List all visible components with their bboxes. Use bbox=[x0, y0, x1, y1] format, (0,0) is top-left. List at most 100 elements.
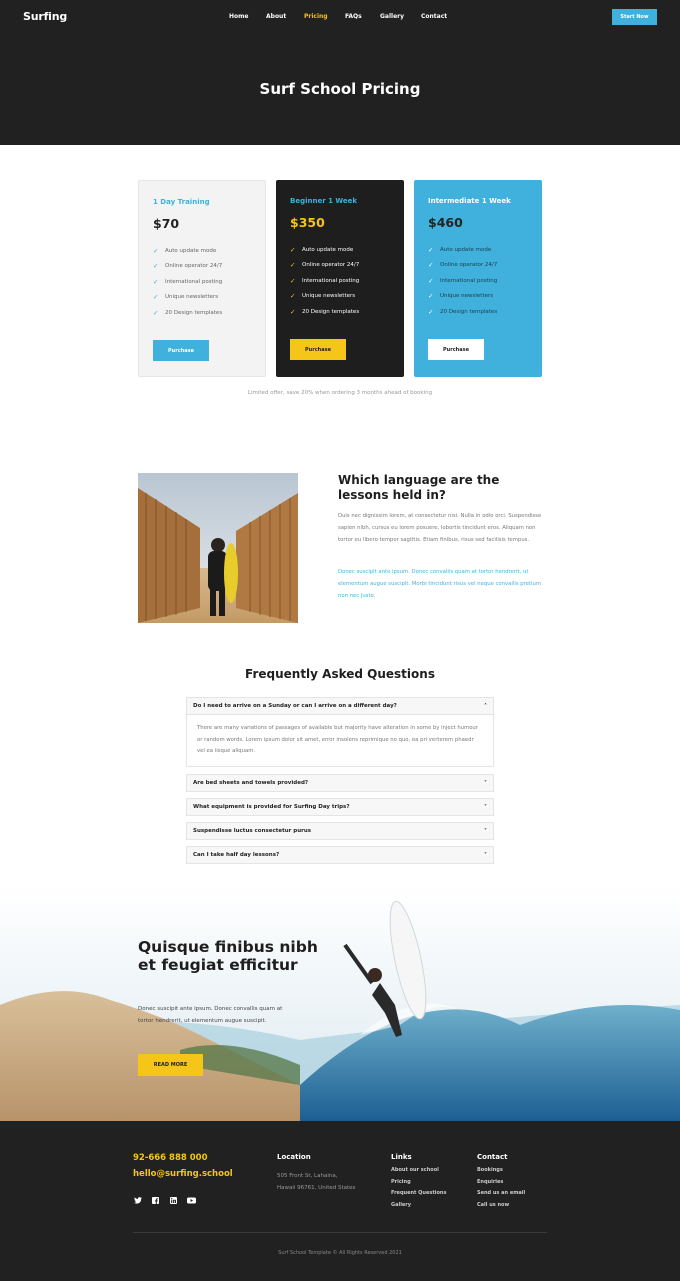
footer-links-heading: Links bbox=[391, 1153, 412, 1161]
nav-contact[interactable]: Contact bbox=[421, 13, 447, 20]
footer-divider bbox=[133, 1232, 547, 1233]
limited-offer-note: Limited offer, save 20% when ordering 3 … bbox=[247, 390, 433, 396]
faq-question[interactable]: What equipment is provided for Surfing D… bbox=[187, 799, 493, 815]
feature-item: ✓ International posting bbox=[153, 277, 223, 286]
feature-item: ✓ Auto update mode bbox=[153, 246, 217, 255]
faq-item-open: Do I need to arrive on a Sunday or can I… bbox=[186, 697, 494, 767]
feature-item: ✓ Auto update mode bbox=[428, 245, 492, 254]
chevron-down-icon[interactable]: ˅ bbox=[484, 828, 487, 835]
twitter-icon[interactable] bbox=[133, 1196, 142, 1205]
chevron-down-icon[interactable]: ˅ bbox=[484, 852, 487, 859]
purchase-button[interactable]: Purchase bbox=[153, 340, 209, 361]
check-icon: ✓ bbox=[290, 307, 296, 316]
faq-question-text: Suspendisse luctus consectetur purus bbox=[193, 828, 312, 834]
faq-item: Suspendisse luctus consectetur purus ˅ bbox=[186, 822, 494, 840]
youtube-icon[interactable] bbox=[187, 1196, 196, 1205]
footer-link[interactable]: Frequent Questions bbox=[391, 1190, 446, 1202]
footer-contact-link[interactable]: Bookings bbox=[477, 1167, 525, 1179]
nav-about[interactable]: About bbox=[266, 13, 286, 20]
check-icon: ✓ bbox=[428, 245, 434, 254]
chevron-up-icon[interactable]: ˄ bbox=[484, 703, 487, 710]
check-icon: ✓ bbox=[153, 277, 159, 286]
feature-list: ✓ Auto update mode ✓ Online operator 24/7 … bbox=[290, 242, 359, 320]
footer-contact-list: Bookings Enquiries Send us an email Call… bbox=[477, 1167, 525, 1213]
check-icon: ✓ bbox=[428, 261, 434, 270]
surf-banner-image bbox=[0, 885, 680, 1121]
feature-item: ✓ Online operator 24/7 bbox=[153, 262, 223, 271]
faq-item: What equipment is provided for Surfing D… bbox=[186, 798, 494, 816]
footer-phone[interactable]: 92-666 888 000 bbox=[133, 1153, 208, 1163]
address-line: Hawaii 96761, United States bbox=[277, 1185, 356, 1191]
start-now-button[interactable]: Start Now bbox=[612, 9, 657, 25]
feature-item: ✓ Unique newsletters bbox=[290, 292, 356, 301]
footer-link[interactable]: Pricing bbox=[391, 1179, 446, 1191]
footer-contact-heading: Contact bbox=[477, 1153, 508, 1161]
check-icon: ✓ bbox=[290, 245, 296, 254]
faq-question-text: What equipment is provided for Surfing D… bbox=[193, 804, 350, 810]
linkedin-icon[interactable] bbox=[169, 1196, 178, 1205]
footer-email[interactable]: hello@surfing.school bbox=[133, 1169, 233, 1179]
feature-item: ✓ Online operator 24/7 bbox=[428, 261, 498, 270]
nav-gallery[interactable]: Gallery bbox=[380, 13, 404, 20]
check-icon: ✓ bbox=[153, 262, 159, 271]
faq-question[interactable]: Do I need to arrive on a Sunday or can I… bbox=[187, 698, 493, 714]
faq-question[interactable]: Suspendisse luctus consectetur purus ˅ bbox=[187, 823, 493, 839]
faq-item: Can I take half day lessons? ˅ bbox=[186, 846, 494, 864]
plan-price: $460 bbox=[428, 215, 463, 230]
faq-item: Are bed sheets and towels provided? ˅ bbox=[186, 774, 494, 792]
language-section-title: Which language are the lessons held in? bbox=[338, 473, 500, 502]
chevron-down-icon[interactable]: ˅ bbox=[484, 804, 487, 811]
check-icon: ✓ bbox=[153, 308, 159, 317]
faq-answer: There are many variations of passages of… bbox=[187, 714, 493, 766]
banner-text: Donec suscipit ante ipsum. Donec convall… bbox=[138, 1006, 283, 1024]
surfer-corridor-image bbox=[138, 473, 298, 623]
read-more-button[interactable]: READ MORE bbox=[138, 1054, 203, 1076]
faq-question[interactable]: Are bed sheets and towels provided? ˅ bbox=[187, 775, 493, 791]
nav-faqs[interactable]: FAQs bbox=[345, 13, 362, 20]
plan-name: Intermediate 1 Week bbox=[428, 197, 511, 205]
footer-links-list: About our school Pricing Frequent Questi… bbox=[391, 1167, 446, 1213]
faq-question-text: Can I take half day lessons? bbox=[193, 852, 280, 858]
faq-title: Frequently Asked Questions bbox=[245, 667, 435, 681]
nav-pricing[interactable]: Pricing bbox=[304, 13, 328, 20]
footer-link[interactable]: Gallery bbox=[391, 1202, 446, 1214]
pricing-card-intermediate: Intermediate 1 Week $460 ✓ Auto update mo… bbox=[414, 180, 542, 377]
pricing-card-beginner: Beginner 1 Week $350 ✓ Auto update mode ✓… bbox=[276, 180, 404, 377]
feature-item: ✓ International posting bbox=[428, 276, 498, 285]
language-paragraph: Duis nec dignissim lorem, at consectetur… bbox=[338, 513, 542, 544]
feature-item: ✓ Unique newsletters bbox=[428, 292, 494, 301]
check-icon: ✓ bbox=[428, 276, 434, 285]
plan-name: Beginner 1 Week bbox=[290, 197, 358, 205]
social-links bbox=[133, 1196, 196, 1205]
footer-link[interactable]: About our school bbox=[391, 1167, 446, 1179]
feature-item: ✓ 20 Design templates bbox=[290, 307, 360, 316]
feature-list: ✓ Auto update mode ✓ Online operator 24/7 … bbox=[153, 243, 222, 321]
check-icon: ✓ bbox=[428, 292, 434, 301]
footer-contact-link[interactable]: Call us now bbox=[477, 1202, 525, 1214]
purchase-button[interactable]: Purchase bbox=[428, 339, 484, 360]
feature-item: ✓ International posting bbox=[290, 276, 360, 285]
check-icon: ✓ bbox=[153, 293, 159, 302]
language-highlight-paragraph: Donec suscipit ante ipsum. Donec convall… bbox=[338, 569, 542, 600]
nav-home[interactable]: Home bbox=[229, 13, 248, 20]
chevron-down-icon[interactable]: ˅ bbox=[484, 780, 487, 787]
feature-item: ✓ 20 Design templates bbox=[153, 308, 223, 317]
faq-question-text: Do I need to arrive on a Sunday or can I… bbox=[193, 703, 397, 709]
check-icon: ✓ bbox=[290, 276, 296, 285]
plan-name: 1 Day Training bbox=[153, 198, 210, 206]
copyright: Surf School Template © All Rights Reserv… bbox=[278, 1250, 402, 1256]
banner-title: Quisque finibus nibh et feugiat efficitu… bbox=[138, 938, 318, 974]
pricing-card-1day: 1 Day Training $70 ✓ Auto update mode ✓ On… bbox=[138, 180, 266, 377]
footer-contact-link[interactable]: Send us an email bbox=[477, 1190, 525, 1202]
footer-location-heading: Location bbox=[277, 1153, 311, 1161]
footer-contact-link[interactable]: Enquiries bbox=[477, 1179, 525, 1191]
check-icon: ✓ bbox=[290, 292, 296, 301]
faq-question-text: Are bed sheets and towels provided? bbox=[193, 780, 309, 786]
faq-question[interactable]: Can I take half day lessons? ˅ bbox=[187, 847, 493, 863]
plan-price: $70 bbox=[153, 216, 180, 231]
purchase-button[interactable]: Purchase bbox=[290, 339, 346, 360]
check-icon: ✓ bbox=[428, 307, 434, 316]
facebook-icon[interactable] bbox=[151, 1196, 160, 1205]
check-icon: ✓ bbox=[153, 246, 159, 255]
main-nav: Home About Pricing FAQs Gallery Contact bbox=[0, 13, 680, 23]
